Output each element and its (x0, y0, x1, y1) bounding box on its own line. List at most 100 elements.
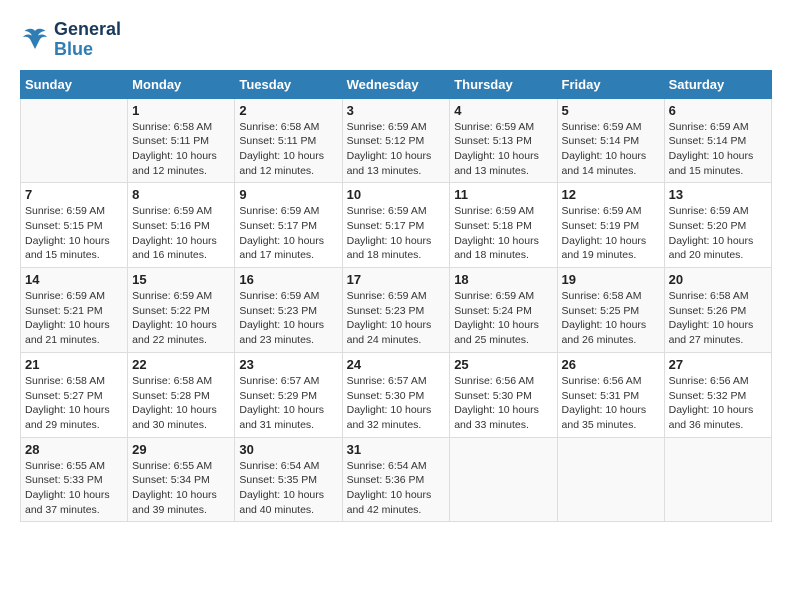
weekday-header: Saturday (664, 70, 771, 98)
calendar-week-row: 1 Sunrise: 6:58 AM Sunset: 5:11 PM Daylig… (21, 98, 772, 183)
day-number: 29 (132, 442, 230, 457)
day-info: Sunrise: 6:58 AM Sunset: 5:25 PM Dayligh… (562, 289, 660, 348)
calendar-cell (21, 98, 128, 183)
calendar-cell: 17 Sunrise: 6:59 AM Sunset: 5:23 PM Dayli… (342, 268, 450, 353)
calendar-cell: 6 Sunrise: 6:59 AM Sunset: 5:14 PM Daylig… (664, 98, 771, 183)
day-info: Sunrise: 6:59 AM Sunset: 5:21 PM Dayligh… (25, 289, 123, 348)
day-number: 7 (25, 187, 123, 202)
calendar-cell (557, 437, 664, 522)
day-info: Sunrise: 6:59 AM Sunset: 5:23 PM Dayligh… (239, 289, 337, 348)
day-info: Sunrise: 6:55 AM Sunset: 5:34 PM Dayligh… (132, 459, 230, 518)
day-number: 21 (25, 357, 123, 372)
day-info: Sunrise: 6:58 AM Sunset: 5:28 PM Dayligh… (132, 374, 230, 433)
day-info: Sunrise: 6:59 AM Sunset: 5:19 PM Dayligh… (562, 204, 660, 263)
calendar-cell: 4 Sunrise: 6:59 AM Sunset: 5:13 PM Daylig… (450, 98, 557, 183)
day-info: Sunrise: 6:59 AM Sunset: 5:16 PM Dayligh… (132, 204, 230, 263)
day-info: Sunrise: 6:58 AM Sunset: 5:27 PM Dayligh… (25, 374, 123, 433)
day-number: 3 (347, 103, 446, 118)
calendar-cell: 27Sunrise: 6:56 AM Sunset: 5:32 PM Dayli… (664, 352, 771, 437)
weekday-header: Thursday (450, 70, 557, 98)
weekday-header: Monday (128, 70, 235, 98)
day-info: Sunrise: 6:59 AM Sunset: 5:12 PM Dayligh… (347, 120, 446, 179)
calendar-cell: 9Sunrise: 6:59 AM Sunset: 5:17 PM Daylig… (235, 183, 342, 268)
calendar-cell (664, 437, 771, 522)
calendar-week-row: 7 Sunrise: 6:59 AM Sunset: 5:15 PM Daylig… (21, 183, 772, 268)
calendar-cell: 15Sunrise: 6:59 AM Sunset: 5:22 PM Dayli… (128, 268, 235, 353)
calendar-cell: 23 Sunrise: 6:57 AM Sunset: 5:29 PM Dayli… (235, 352, 342, 437)
day-number: 20 (669, 272, 767, 287)
day-info: Sunrise: 6:55 AM Sunset: 5:33 PM Dayligh… (25, 459, 123, 518)
day-number: 28 (25, 442, 123, 457)
calendar-cell: 3 Sunrise: 6:59 AM Sunset: 5:12 PM Daylig… (342, 98, 450, 183)
calendar-cell: 13 Sunrise: 6:59 AM Sunset: 5:20 PM Dayli… (664, 183, 771, 268)
calendar-cell: 5 Sunrise: 6:59 AM Sunset: 5:14 PM Daylig… (557, 98, 664, 183)
day-number: 16 (239, 272, 337, 287)
day-number: 30 (239, 442, 337, 457)
calendar-cell: 16 Sunrise: 6:59 AM Sunset: 5:23 PM Dayli… (235, 268, 342, 353)
day-number: 8 (132, 187, 230, 202)
day-number: 14 (25, 272, 123, 287)
day-number: 1 (132, 103, 230, 118)
day-number: 22 (132, 357, 230, 372)
day-number: 19 (562, 272, 660, 287)
day-info: Sunrise: 6:56 AM Sunset: 5:32 PM Dayligh… (669, 374, 767, 433)
calendar-cell: 1 Sunrise: 6:58 AM Sunset: 5:11 PM Daylig… (128, 98, 235, 183)
day-number: 5 (562, 103, 660, 118)
day-info: Sunrise: 6:59 AM Sunset: 5:24 PM Dayligh… (454, 289, 552, 348)
calendar-cell: 21 Sunrise: 6:58 AM Sunset: 5:27 PM Dayli… (21, 352, 128, 437)
calendar-cell: 2 Sunrise: 6:58 AM Sunset: 5:11 PM Daylig… (235, 98, 342, 183)
day-number: 31 (347, 442, 446, 457)
day-number: 2 (239, 103, 337, 118)
day-number: 18 (454, 272, 552, 287)
day-number: 9 (239, 187, 337, 202)
calendar-cell: 22 Sunrise: 6:58 AM Sunset: 5:28 PM Dayli… (128, 352, 235, 437)
day-info: Sunrise: 6:57 AM Sunset: 5:29 PM Dayligh… (239, 374, 337, 433)
day-number: 25 (454, 357, 552, 372)
calendar-cell (450, 437, 557, 522)
day-info: Sunrise: 6:59 AM Sunset: 5:15 PM Dayligh… (25, 204, 123, 263)
day-number: 24 (347, 357, 446, 372)
day-info: Sunrise: 6:59 AM Sunset: 5:13 PM Dayligh… (454, 120, 552, 179)
calendar-cell: 26 Sunrise: 6:56 AM Sunset: 5:31 PM Dayli… (557, 352, 664, 437)
day-number: 13 (669, 187, 767, 202)
day-info: Sunrise: 6:59 AM Sunset: 5:17 PM Dayligh… (347, 204, 446, 263)
logo-text: General Blue (54, 20, 121, 60)
day-info: Sunrise: 6:59 AM Sunset: 5:22 PM Dayligh… (132, 289, 230, 348)
calendar-cell: 24 Sunrise: 6:57 AM Sunset: 5:30 PM Dayli… (342, 352, 450, 437)
day-number: 23 (239, 357, 337, 372)
calendar-week-row: 14 Sunrise: 6:59 AM Sunset: 5:21 PM Dayli… (21, 268, 772, 353)
calendar-table: SundayMondayTuesdayWednesdayThursdayFrid… (20, 70, 772, 523)
calendar-cell: 25 Sunrise: 6:56 AM Sunset: 5:30 PM Dayli… (450, 352, 557, 437)
day-info: Sunrise: 6:58 AM Sunset: 5:11 PM Dayligh… (132, 120, 230, 179)
day-info: Sunrise: 6:59 AM Sunset: 5:14 PM Dayligh… (669, 120, 767, 179)
day-number: 17 (347, 272, 446, 287)
day-info: Sunrise: 6:59 AM Sunset: 5:23 PM Dayligh… (347, 289, 446, 348)
day-number: 12 (562, 187, 660, 202)
day-info: Sunrise: 6:59 AM Sunset: 5:14 PM Dayligh… (562, 120, 660, 179)
calendar-cell: 7 Sunrise: 6:59 AM Sunset: 5:15 PM Daylig… (21, 183, 128, 268)
day-info: Sunrise: 6:59 AM Sunset: 5:20 PM Dayligh… (669, 204, 767, 263)
calendar-cell: 11Sunrise: 6:59 AM Sunset: 5:18 PM Dayli… (450, 183, 557, 268)
calendar-cell: 28 Sunrise: 6:55 AM Sunset: 5:33 PM Dayli… (21, 437, 128, 522)
calendar-cell: 18 Sunrise: 6:59 AM Sunset: 5:24 PM Dayli… (450, 268, 557, 353)
calendar-cell: 12 Sunrise: 6:59 AM Sunset: 5:19 PM Dayli… (557, 183, 664, 268)
calendar-week-row: 21 Sunrise: 6:58 AM Sunset: 5:27 PM Dayli… (21, 352, 772, 437)
day-number: 6 (669, 103, 767, 118)
calendar-cell: 19 Sunrise: 6:58 AM Sunset: 5:25 PM Dayli… (557, 268, 664, 353)
day-number: 4 (454, 103, 552, 118)
day-info: Sunrise: 6:56 AM Sunset: 5:30 PM Dayligh… (454, 374, 552, 433)
calendar-cell: 8 Sunrise: 6:59 AM Sunset: 5:16 PM Daylig… (128, 183, 235, 268)
day-number: 26 (562, 357, 660, 372)
weekday-row: SundayMondayTuesdayWednesdayThursdayFrid… (21, 70, 772, 98)
day-info: Sunrise: 6:56 AM Sunset: 5:31 PM Dayligh… (562, 374, 660, 433)
day-number: 11 (454, 187, 552, 202)
day-info: Sunrise: 6:57 AM Sunset: 5:30 PM Dayligh… (347, 374, 446, 433)
day-info: Sunrise: 6:54 AM Sunset: 5:35 PM Dayligh… (239, 459, 337, 518)
day-info: Sunrise: 6:58 AM Sunset: 5:11 PM Dayligh… (239, 120, 337, 179)
calendar-cell: 31 Sunrise: 6:54 AM Sunset: 5:36 PM Dayli… (342, 437, 450, 522)
logo: General Blue (20, 20, 121, 60)
day-info: Sunrise: 6:54 AM Sunset: 5:36 PM Dayligh… (347, 459, 446, 518)
logo-icon (20, 25, 50, 55)
day-info: Sunrise: 6:58 AM Sunset: 5:26 PM Dayligh… (669, 289, 767, 348)
weekday-header: Tuesday (235, 70, 342, 98)
